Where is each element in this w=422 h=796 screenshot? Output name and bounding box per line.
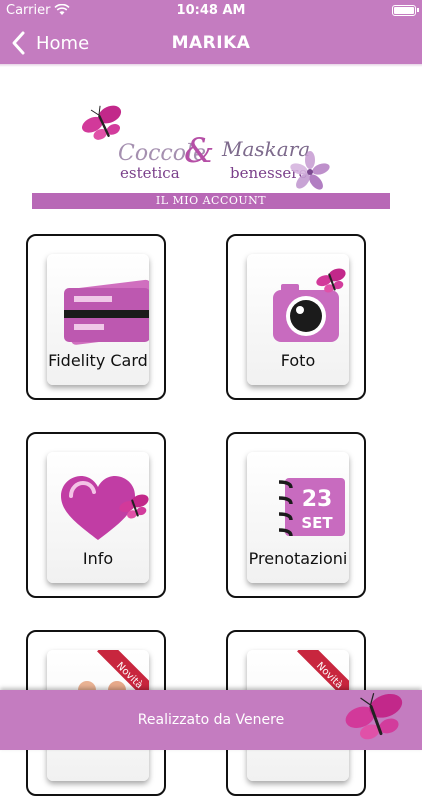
tile-label: Info <box>82 549 114 568</box>
nav-divider <box>0 64 422 67</box>
butterfly-icon <box>345 693 403 740</box>
tile-foto[interactable]: Foto <box>226 234 366 400</box>
svg-text:23: 23 <box>302 487 333 512</box>
tile-label: Prenotazioni <box>248 549 348 568</box>
butterfly-icon <box>82 105 122 140</box>
battery-icon <box>392 5 419 16</box>
tile-card: Foto <box>247 254 349 385</box>
tile-prenotazioni[interactable]: 23 SET Prenotazioni <box>226 432 366 598</box>
brand-logo: Coccole & Maskara estetica benessere <box>82 105 330 190</box>
svg-text:estetica: estetica <box>120 164 180 182</box>
tile-label: Foto <box>280 351 316 370</box>
status-time: 10:48 AM <box>176 3 246 18</box>
footer-bar: Realizzato da Venere <box>0 690 422 750</box>
tile-card: Info <box>47 452 149 583</box>
tile-card: 23 SET Prenotazioni <box>247 452 349 583</box>
page-title: MARIKA <box>171 33 251 53</box>
tile-card: Fidelity Card <box>47 254 149 385</box>
navigation-bar: Home MARIKA <box>0 22 422 64</box>
tile-label: Fidelity Card <box>48 351 148 370</box>
tile-info[interactable]: Info <box>26 432 166 598</box>
svg-text:&: & <box>184 131 214 171</box>
account-banner: IL MIO ACCOUNT <box>32 193 390 209</box>
status-bar: Carrier 10:48 AM <box>0 0 422 22</box>
svg-text:SET: SET <box>301 514 333 532</box>
svg-text:Maskara: Maskara <box>221 137 310 161</box>
tile-fidelity-card[interactable]: Fidelity Card <box>26 234 166 400</box>
